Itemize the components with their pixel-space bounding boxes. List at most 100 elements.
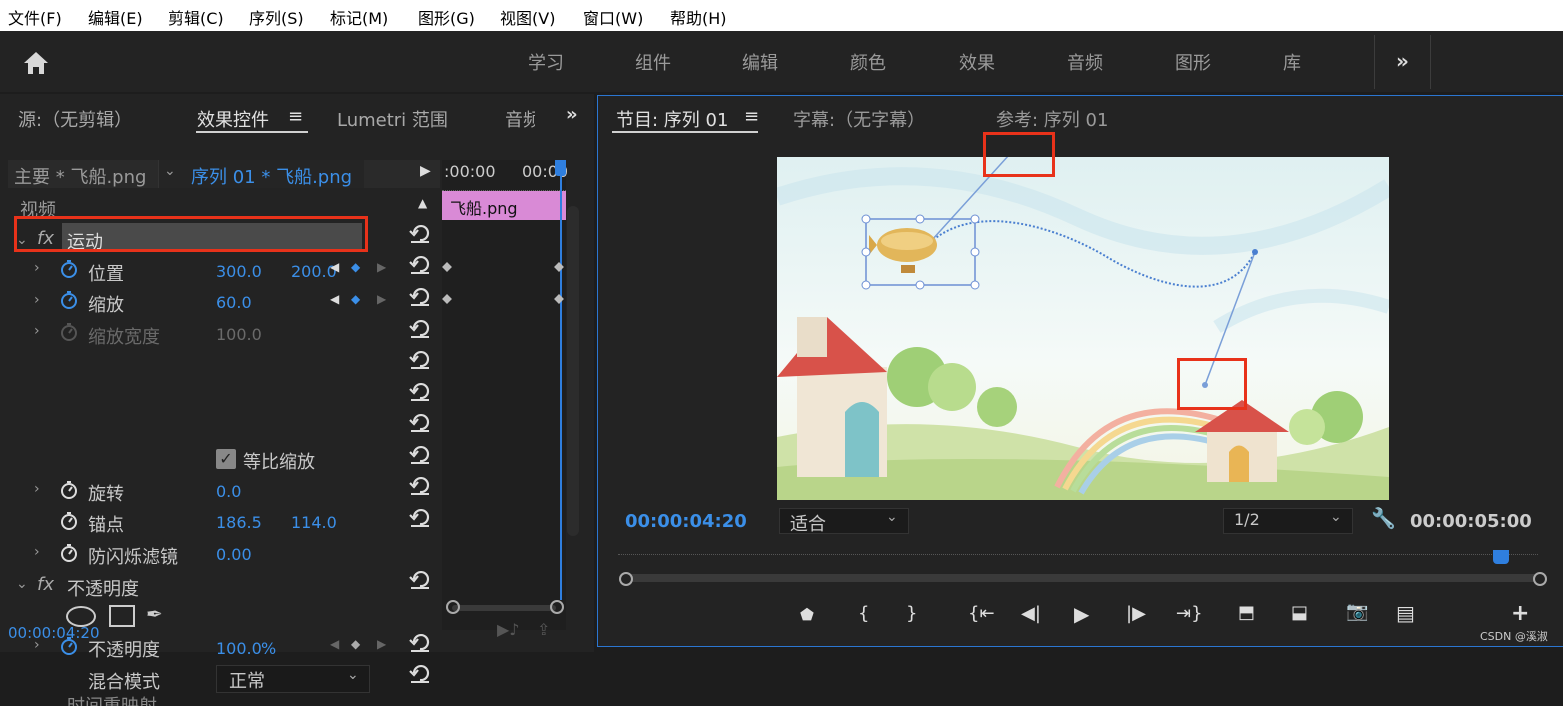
rotation-value[interactable]: 0.0 <box>216 482 241 501</box>
time-remap-label[interactable]: 时间重映射 <box>67 692 157 706</box>
chevron-down-icon[interactable]: ⌄ <box>16 576 28 592</box>
export-frame-icon[interactable]: ⇪ <box>537 620 550 639</box>
chevron-right-icon[interactable]: › <box>34 544 40 560</box>
prev-keyframe-icon[interactable]: ◀ <box>330 292 339 306</box>
mark-in-icon[interactable]: { <box>858 603 869 624</box>
chevron-down-icon[interactable]: ⌄ <box>164 163 176 179</box>
time-ruler[interactable] <box>618 554 1538 569</box>
zoom-handle-right[interactable] <box>1533 572 1547 586</box>
add-button-icon[interactable]: + <box>1511 601 1529 626</box>
keyframe-icon[interactable] <box>442 262 452 272</box>
tab-reference[interactable]: 参考: 序列 01 <box>996 106 1108 132</box>
tab-program[interactable]: 节目: 序列 01 <box>616 106 728 132</box>
reset-icon[interactable] <box>409 382 431 402</box>
zoom-handle-left[interactable] <box>619 572 633 586</box>
menu-help[interactable]: 帮助(H) <box>670 5 727 29</box>
zoom-bar[interactable] <box>622 574 1538 582</box>
scale-value[interactable]: 60.0 <box>216 293 252 312</box>
workspace-graphics[interactable]: 图形 <box>1175 49 1211 75</box>
collapse-up-icon[interactable]: ▲ <box>418 196 427 210</box>
reset-icon[interactable] <box>409 476 431 496</box>
anchor-y-value[interactable]: 114.0 <box>291 513 337 532</box>
keyframe-icon[interactable] <box>442 294 452 304</box>
menu-edit[interactable]: 编辑(E) <box>88 5 143 29</box>
step-forward-icon[interactable]: |▶ <box>1126 603 1146 624</box>
program-playhead[interactable] <box>1493 550 1510 564</box>
reset-icon[interactable] <box>409 445 431 465</box>
wrench-icon[interactable]: 🔧 <box>1371 506 1396 530</box>
panel-menu-icon[interactable]: ≡ <box>288 106 303 127</box>
add-keyframe-icon[interactable]: ◆ <box>351 637 360 651</box>
play-icon[interactable]: ▶ <box>1074 602 1089 626</box>
tab-effect-controls[interactable]: 效果控件 <box>197 106 269 132</box>
playhead-handle[interactable] <box>555 160 566 176</box>
home-icon[interactable] <box>22 50 50 76</box>
reset-icon[interactable] <box>409 633 431 653</box>
workspace-audio[interactable]: 音频 <box>1067 49 1103 75</box>
vertical-scrollbar[interactable] <box>567 206 579 536</box>
add-keyframe-icon[interactable]: ◆ <box>351 292 360 306</box>
current-timecode[interactable]: 00:00:04:20 <box>8 624 100 642</box>
reset-icon[interactable] <box>409 664 431 684</box>
go-to-in-icon[interactable]: {⇤ <box>968 603 995 624</box>
workspace-learn[interactable]: 学习 <box>528 49 564 75</box>
comparison-view-icon[interactable]: ▤ <box>1396 601 1415 625</box>
menu-clip[interactable]: 剪辑(C) <box>168 5 224 29</box>
play-triangle-icon[interactable]: ▶ <box>420 163 431 179</box>
checkbox-checked-icon[interactable]: ✓ <box>216 449 236 469</box>
prev-keyframe-icon[interactable]: ◀ <box>330 637 339 651</box>
tab-source[interactable]: 源:（无剪辑） <box>18 106 132 132</box>
keyframe-icon[interactable] <box>554 262 564 272</box>
workspace-color[interactable]: 颜色 <box>850 49 886 75</box>
reset-icon[interactable] <box>409 255 431 275</box>
stopwatch-icon[interactable] <box>60 260 78 278</box>
extract-icon[interactable]: ⬓ <box>1291 602 1308 623</box>
chevron-right-icon[interactable]: › <box>34 292 40 308</box>
panel-menu-icon[interactable]: ≡ <box>744 106 759 127</box>
stopwatch-icon[interactable] <box>60 481 78 499</box>
chevron-right-icon[interactable]: › <box>34 481 40 497</box>
zoom-scrollbar[interactable] <box>452 605 556 611</box>
chevron-right-icon[interactable]: › <box>34 323 40 339</box>
workspace-editing[interactable]: 编辑 <box>742 49 778 75</box>
go-to-out-icon[interactable]: ⇥} <box>1176 603 1203 624</box>
more-tabs-icon[interactable]: » <box>566 104 578 125</box>
next-keyframe-icon[interactable]: ▶ <box>377 260 386 274</box>
opacity-value[interactable]: 100.0 <box>216 639 262 658</box>
reset-icon[interactable] <box>409 350 431 370</box>
position-x-value[interactable]: 300.0 <box>216 262 262 281</box>
menu-window[interactable]: 窗口(W) <box>583 5 643 29</box>
fit-select[interactable]: 适合 ⌄ <box>779 508 909 535</box>
resolution-select[interactable]: 1/2 ⌄ <box>1223 508 1353 534</box>
clip-bar[interactable]: 飞船.png <box>442 191 566 220</box>
blend-mode-select[interactable]: 正常 ⌄ <box>216 665 370 693</box>
reset-icon[interactable] <box>409 570 431 590</box>
tab-audio[interactable]: 音频 <box>505 106 535 132</box>
reset-icon[interactable] <box>409 508 431 528</box>
mark-out-icon[interactable]: } <box>906 603 917 624</box>
anchor-x-value[interactable]: 186.5 <box>216 513 262 532</box>
chevron-right-icon[interactable]: › <box>34 260 40 276</box>
pen-mask-icon[interactable]: ✒ <box>146 602 163 626</box>
tab-captions[interactable]: 字幕:（无字幕） <box>793 106 925 132</box>
effect-timeline[interactable]: :00:00 00:00 飞船.png <box>442 160 568 630</box>
reset-icon[interactable] <box>409 413 431 433</box>
more-workspaces-icon[interactable]: » <box>1396 49 1409 73</box>
menu-graphics[interactable]: 图形(G) <box>418 5 475 29</box>
reset-icon[interactable] <box>409 224 431 244</box>
lift-icon[interactable]: ⬒ <box>1238 602 1255 623</box>
reset-icon[interactable] <box>409 319 431 339</box>
next-keyframe-icon[interactable]: ▶ <box>377 292 386 306</box>
opacity-section-label[interactable]: 不透明度 <box>67 575 139 601</box>
next-keyframe-icon[interactable]: ▶ <box>377 637 386 651</box>
add-marker-icon[interactable]: ⬟ <box>800 605 814 624</box>
workspace-libraries[interactable]: 库 <box>1283 49 1301 75</box>
add-keyframe-icon[interactable]: ◆ <box>351 260 360 274</box>
menu-sequence[interactable]: 序列(S) <box>249 5 304 29</box>
stopwatch-icon[interactable] <box>60 512 78 530</box>
menu-marker[interactable]: 标记(M) <box>330 5 388 29</box>
menu-view[interactable]: 视图(V) <box>500 5 555 29</box>
scroll-handle-right[interactable] <box>550 600 564 614</box>
camera-icon[interactable]: 📷 <box>1346 601 1368 622</box>
reset-icon[interactable] <box>409 287 431 307</box>
